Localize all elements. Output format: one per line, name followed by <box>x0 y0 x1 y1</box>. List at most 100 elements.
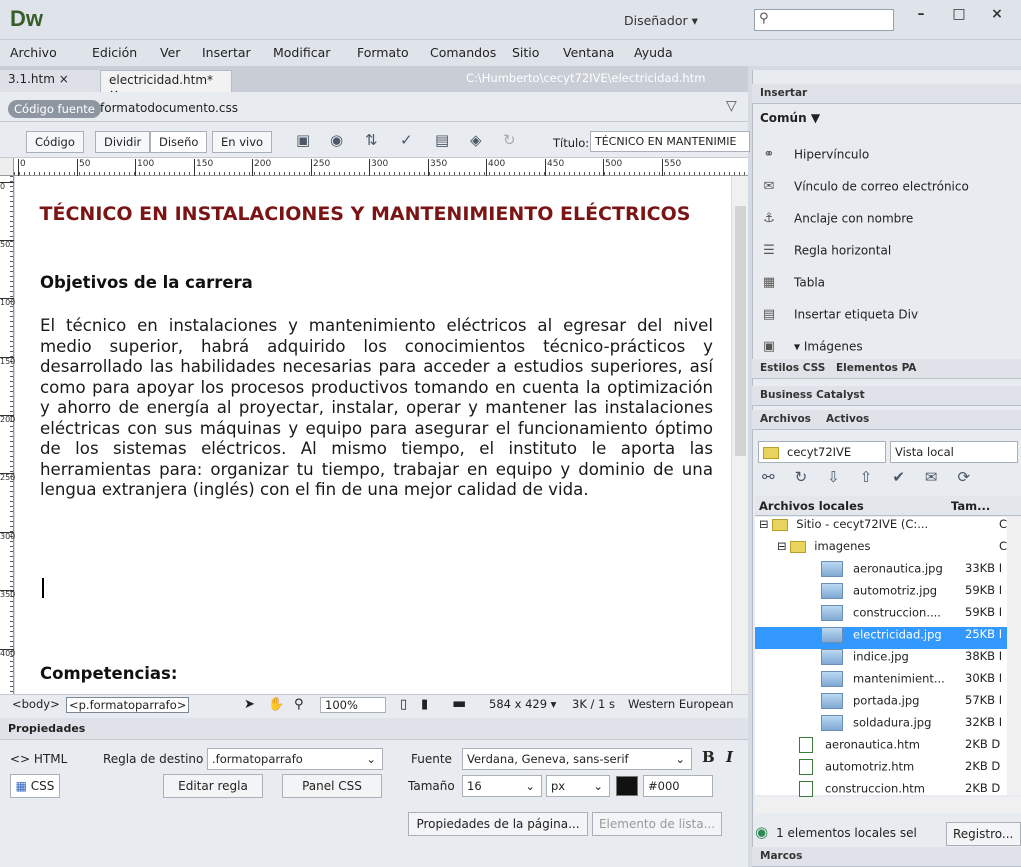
menu-archivo[interactable]: Archivo <box>10 45 57 60</box>
source-code-button[interactable]: Código fuente <box>8 100 101 118</box>
tab-archivos[interactable]: Archivos <box>760 413 811 425</box>
unit-select[interactable]: px ⌄ <box>546 775 610 797</box>
html-mode-button[interactable]: <> HTML <box>10 748 82 772</box>
tree-row-file[interactable]: aeronautica.htm 2KB D <box>799 737 1007 759</box>
tab-marcos[interactable]: Marcos <box>760 850 802 862</box>
tag-p-formatoparrafo[interactable]: <p.formatoparrafo> <box>66 697 190 713</box>
window-size[interactable]: 584 x 429 ▾ <box>489 697 556 711</box>
minimize-button[interactable]: – <box>904 0 938 30</box>
tab-css-styles[interactable]: Estilos CSS <box>760 362 825 374</box>
file-management-icon[interactable]: ⇅ <box>365 131 378 149</box>
design-view-button[interactable]: Diseño <box>150 131 208 153</box>
design-scrollbar[interactable] <box>731 176 748 694</box>
tree-row-file[interactable]: construccion.... 59KB I <box>821 605 1007 627</box>
scroll-thumb[interactable] <box>735 206 746 456</box>
competencies-heading[interactable]: Competencias: <box>40 664 177 683</box>
view-select[interactable]: Vista local <box>890 441 1018 463</box>
sync-icon[interactable]: ⟳ <box>957 468 990 486</box>
connect-icon[interactable]: ⚯ <box>762 468 795 486</box>
visual-aids-icon[interactable]: ▤ <box>435 131 449 149</box>
objectives-heading[interactable]: Objetivos de la carrera <box>40 273 253 292</box>
size-select[interactable]: 16 ⌄ <box>462 775 542 797</box>
menu-modificar[interactable]: Modificar <box>273 45 330 60</box>
menu-sitio[interactable]: Sitio <box>512 45 539 60</box>
log-button[interactable]: Registro... <box>946 822 1021 846</box>
maximize-button[interactable]: □ <box>942 0 976 30</box>
css-panel-button[interactable]: Panel CSS <box>282 774 382 798</box>
tab-activos[interactable]: Activos <box>826 413 869 425</box>
tag-body[interactable]: <body> <box>12 697 60 711</box>
tree-row-file[interactable]: mantenimient... 30KB I <box>821 671 1007 693</box>
tree-row-file[interactable]: soldadura.jpg 32KB I <box>821 715 1007 737</box>
files-vscroll[interactable] <box>1007 517 1021 795</box>
page-properties-button[interactable]: Propiedades de la página... <box>408 812 588 836</box>
menu-edicion[interactable]: Edición <box>92 45 137 60</box>
zoom-select[interactable]: 100% <box>320 697 386 713</box>
tree-row-file-selected[interactable]: electricidad.jpg 25KB I <box>755 627 1007 649</box>
target-rule-select[interactable]: .formatoparrafo ⌄ <box>207 748 383 770</box>
mobile-size-icon[interactable]: ▯ <box>400 697 407 712</box>
tree-row-file[interactable]: automotriz.htm 2KB D <box>799 759 1007 781</box>
w3c-validation-icon[interactable]: ✓ <box>400 131 413 149</box>
tab-3-1-htm[interactable]: 3.1.htm × <box>0 70 100 92</box>
refresh-icon[interactable]: ↻ <box>795 468 828 486</box>
tab-electricidad-htm[interactable]: electricidad.htm* × <box>100 70 232 101</box>
page-heading[interactable]: TÉCNICO EN INSTALACIONES Y MANTENIMIENTO… <box>35 202 695 226</box>
menu-ventana[interactable]: Ventana <box>563 45 614 60</box>
tree-row-file[interactable]: aeronautica.jpg 33KB I <box>821 561 1007 583</box>
tree-row-file[interactable]: automotriz.jpg 59KB I <box>821 583 1007 605</box>
live-view-button[interactable]: En vivo <box>212 131 273 153</box>
menu-formato[interactable]: Formato <box>357 45 409 60</box>
insert-hyperlink[interactable]: ⚭ Hipervínculo <box>760 147 870 163</box>
insert-email-link[interactable]: ✉ Vínculo de correo electrónico <box>760 179 969 195</box>
design-view[interactable]: TÉCNICO EN INSTALACIONES Y MANTENIMIENTO… <box>15 176 731 694</box>
insert-horizontal-rule[interactable]: ☰ Regla horizontal <box>760 243 891 259</box>
tab-elements-pa[interactable]: Elementos PA <box>836 362 916 374</box>
list-item-button[interactable]: Elemento de lista... <box>592 812 722 836</box>
insert-category[interactable]: Común ▼ <box>760 111 820 125</box>
refresh-icon[interactable]: ↻ <box>503 131 516 149</box>
select-tool-icon[interactable]: ➤ <box>244 697 255 712</box>
insert-images[interactable]: ▣ ▾ Imágenes <box>760 339 863 355</box>
tree-row-site[interactable]: ⊟ Sitio - cecyt72IVE (C:... C <box>755 517 1007 539</box>
split-view-button[interactable]: Dividir <box>95 131 151 153</box>
tablet-size-icon[interactable]: ▮ <box>421 697 428 712</box>
col-local-files[interactable]: Archivos locales <box>759 499 864 513</box>
hand-tool-icon[interactable]: ✋ <box>268 697 284 712</box>
insert-panel-title[interactable]: Insertar <box>760 87 807 99</box>
check-in-icon[interactable]: ✉ <box>925 468 958 486</box>
menu-insertar[interactable]: Insertar <box>202 45 251 60</box>
desktop-size-icon[interactable]: ▬ <box>452 694 466 712</box>
close-button[interactable]: × <box>980 0 1014 30</box>
edit-rule-button[interactable]: Editar regla <box>163 774 263 798</box>
tree-row-folder[interactable]: ⊟ imagenes C <box>755 539 1007 561</box>
insert-div[interactable]: ▤ Insertar etiqueta Div <box>760 307 918 323</box>
get-files-icon[interactable]: ⇩ <box>827 468 860 486</box>
zoom-tool-icon[interactable]: ⚲ <box>294 697 304 712</box>
objectives-paragraph[interactable]: El técnico en instalaciones y mantenimie… <box>40 316 713 501</box>
browser-compat-icon[interactable]: ◈ <box>470 131 482 149</box>
search-input[interactable]: ⚲ <box>754 9 894 31</box>
site-select[interactable]: cecyt72IVE <box>758 441 886 463</box>
color-swatch[interactable] <box>616 776 638 796</box>
tab-business-catalyst[interactable]: Business Catalyst <box>760 389 865 401</box>
italic-button[interactable]: I <box>726 748 733 766</box>
page-title-input[interactable]: TÉCNICO EN MANTENIMIE <box>590 131 750 152</box>
multiscreen-icon[interactable]: ▣ <box>296 131 310 149</box>
insert-anchor[interactable]: ⚓ Anclaje con nombre <box>760 211 913 227</box>
put-files-icon[interactable]: ⇧ <box>860 468 893 486</box>
code-view-button[interactable]: Código <box>26 131 84 153</box>
tree-row-file[interactable]: portada.jpg 57KB I <box>821 693 1007 715</box>
col-size[interactable]: Tam... <box>951 499 990 513</box>
insert-table[interactable]: ▦ Tabla <box>760 275 825 291</box>
related-css-file[interactable]: formatodocumento.css <box>100 101 238 115</box>
css-mode-button[interactable]: ▦ CSS <box>10 774 60 798</box>
font-select[interactable]: Verdana, Geneva, sans-serif ⌄ <box>462 748 692 770</box>
color-input[interactable]: #000 <box>643 775 713 797</box>
bold-button[interactable]: B <box>702 748 715 766</box>
filter-icon[interactable]: ▽ <box>726 98 737 114</box>
tree-row-file[interactable]: indice.jpg 38KB I <box>821 649 1007 671</box>
menu-ver[interactable]: Ver <box>160 45 180 60</box>
files-hscroll[interactable] <box>755 797 1021 813</box>
check-out-icon[interactable]: ✔ <box>892 468 925 486</box>
